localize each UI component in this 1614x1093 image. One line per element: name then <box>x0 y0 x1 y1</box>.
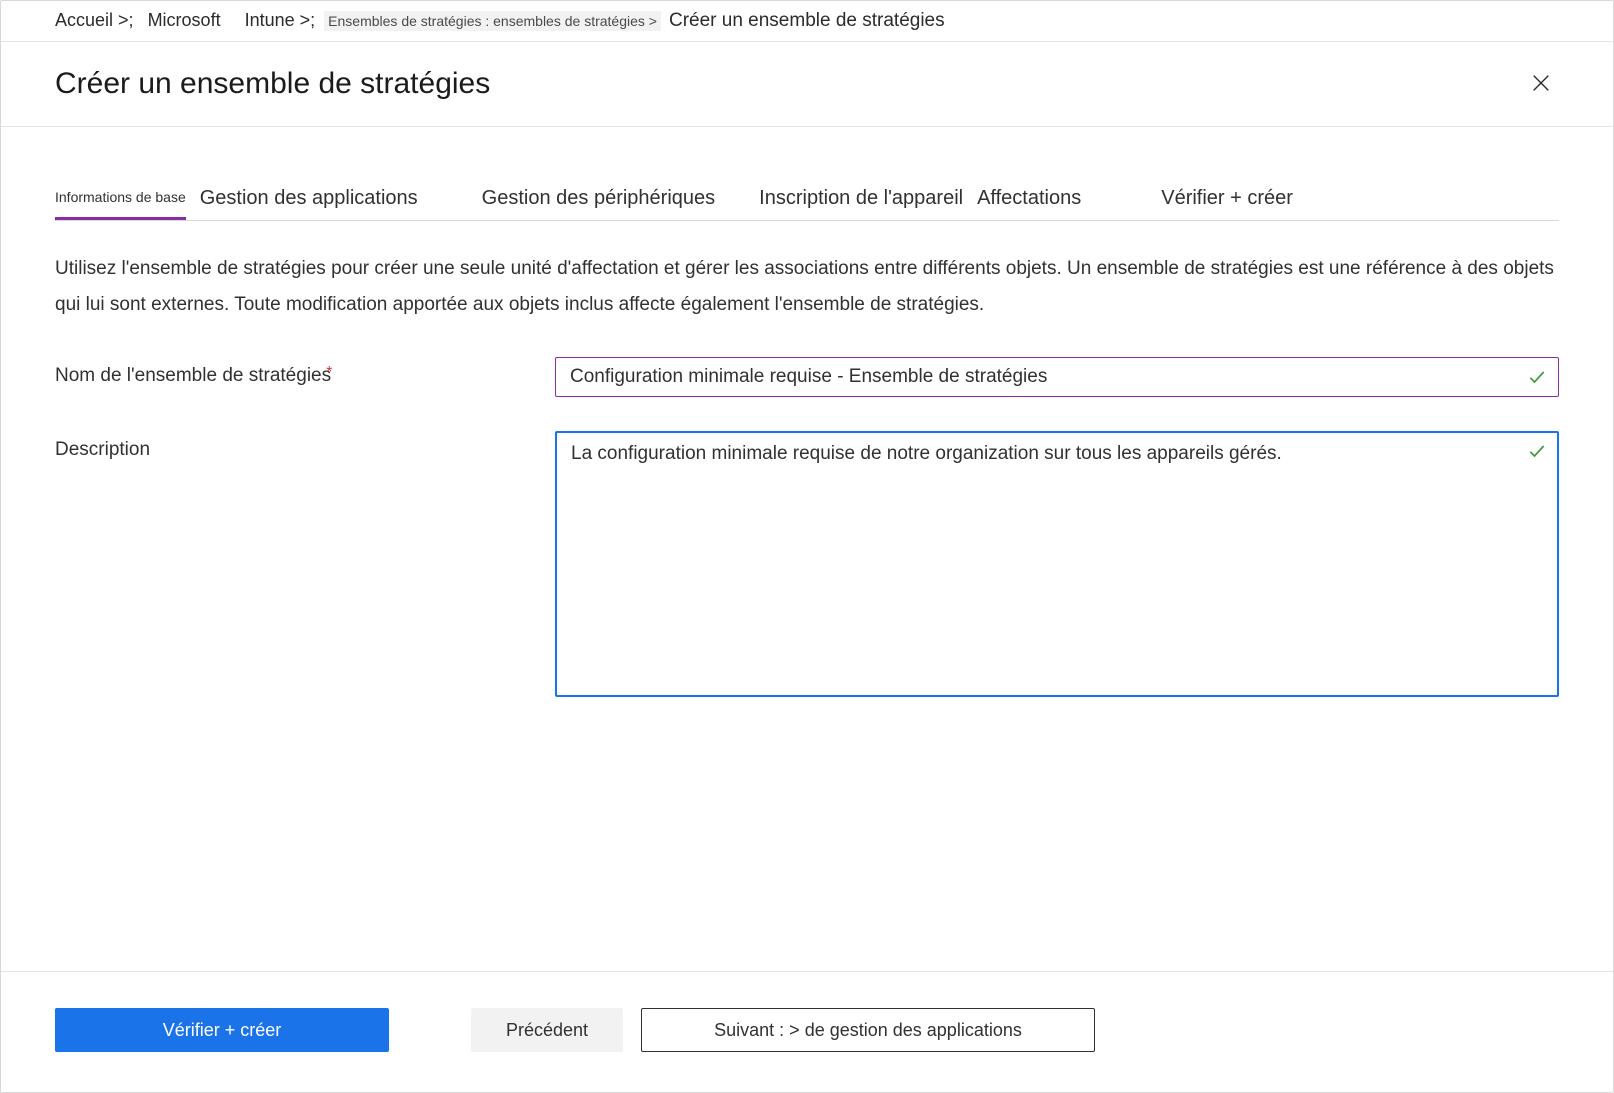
breadcrumb-microsoft[interactable]: Microsoft <box>148 10 221 31</box>
review-create-button[interactable]: Vérifier + créer <box>55 1008 389 1052</box>
breadcrumb: Accueil >; Microsoft Intune >; Ensembles… <box>1 1 1613 42</box>
name-label: Nom de l'ensemble de stratégies* <box>55 357 555 387</box>
content-area: Informations de base Gestion des applica… <box>1 127 1613 971</box>
form-row-description: Description <box>55 431 1559 702</box>
page-title: Créer un ensemble de stratégies <box>55 67 490 101</box>
name-label-text: Nom de l'ensemble de stratégies <box>55 365 331 386</box>
close-button[interactable] <box>1523 66 1559 102</box>
breadcrumb-policy-sets[interactable]: Ensembles de stratégies : ensembles de s… <box>324 11 661 31</box>
breadcrumb-current: Créer un ensemble de stratégies <box>669 10 945 32</box>
tab-device-management[interactable]: Gestion des périphériques <box>482 187 715 220</box>
next-button[interactable]: Suivant : > de gestion des applications <box>641 1008 1095 1052</box>
wizard-footer: Vérifier + créer Précédent Suivant : > d… <box>1 971 1613 1092</box>
wizard-tabs: Informations de base Gestion des applica… <box>55 187 1559 221</box>
description-textarea[interactable] <box>555 431 1559 697</box>
previous-button[interactable]: Précédent <box>471 1008 623 1052</box>
name-input-wrap <box>555 357 1559 397</box>
checkmark-icon <box>1527 367 1547 387</box>
checkmark-icon <box>1527 441 1547 461</box>
close-icon <box>1530 72 1552 97</box>
intro-text: Utilisez l'ensemble de stratégies pour c… <box>55 251 1557 323</box>
page-container: Accueil >; Microsoft Intune >; Ensembles… <box>0 0 1614 1093</box>
form-row-name: Nom de l'ensemble de stratégies* <box>55 357 1559 397</box>
tab-assignments[interactable]: Affectations <box>977 187 1081 220</box>
tab-device-enrollment[interactable]: Inscription de l'appareil <box>759 187 963 220</box>
description-input-wrap <box>555 431 1559 702</box>
page-header: Créer un ensemble de stratégies <box>1 42 1613 127</box>
tab-basics[interactable]: Informations de base <box>55 189 186 220</box>
description-label: Description <box>55 431 555 461</box>
tab-app-management[interactable]: Gestion des applications <box>200 187 418 220</box>
required-star-icon: * <box>326 364 332 381</box>
policy-set-name-input[interactable] <box>555 357 1559 397</box>
breadcrumb-intune[interactable]: Intune >; <box>245 10 316 31</box>
tab-review-create[interactable]: Vérifier + créer <box>1161 187 1293 220</box>
breadcrumb-home[interactable]: Accueil >; <box>55 10 134 31</box>
